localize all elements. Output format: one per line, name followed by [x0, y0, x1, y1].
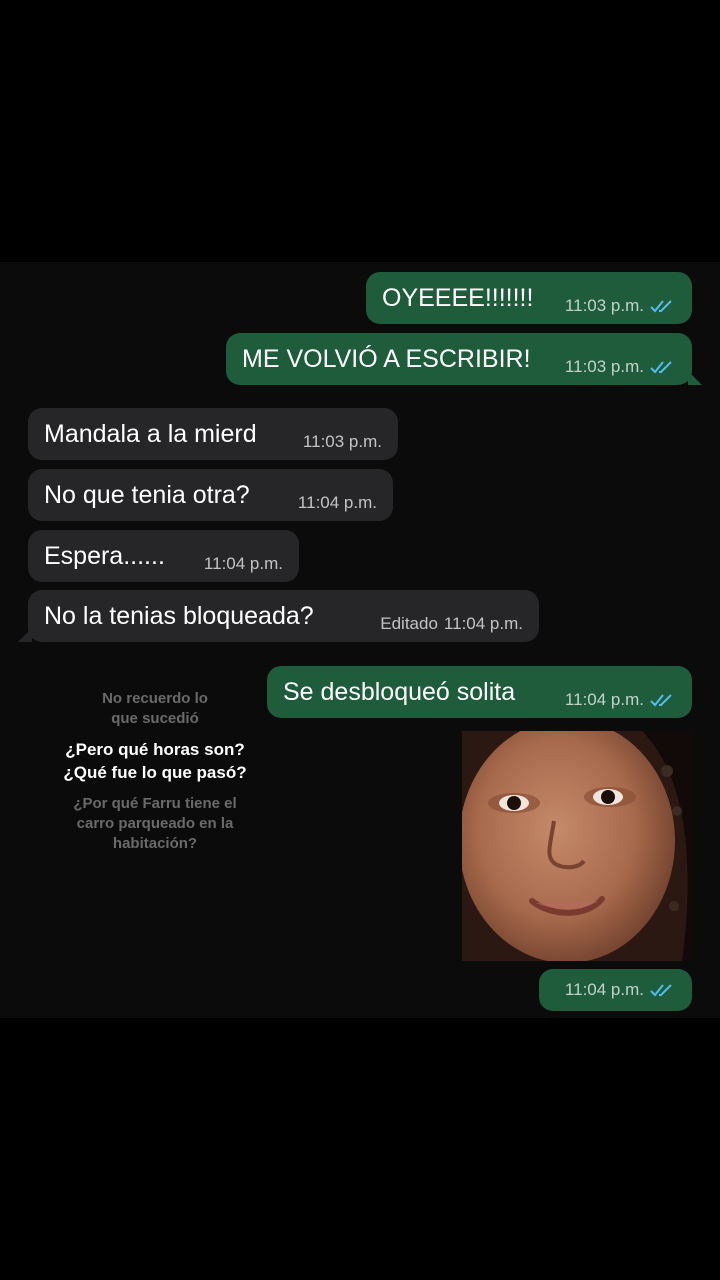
message-meta: 11:04 p.m. — [565, 980, 676, 1000]
message-time: 11:04 p.m. — [443, 614, 523, 633]
meme-caption-top: No recuerdo lo que sucedió — [40, 689, 270, 729]
double-check-icon — [650, 984, 672, 997]
bubble-tail — [18, 628, 32, 642]
meme-line: ¿Por qué Farru tiene el — [73, 795, 237, 812]
message-meta: 11:03 p.m. — [303, 432, 382, 452]
message-time: 11:04 p.m. — [297, 493, 377, 512]
meme-caption-middle: ¿Pero qué horas son? ¿Qué fue lo que pas… — [40, 738, 270, 784]
meme-line: ¿Pero qué horas son? — [65, 740, 245, 759]
incoming-message[interactable]: Mandala a la mierd 11:03 p.m. — [28, 408, 398, 460]
meme-line: No recuerdo lo — [102, 690, 208, 707]
meme-caption-bottom: ¿Por qué Farru tiene el carro parqueado … — [40, 794, 270, 854]
outgoing-message[interactable]: 11:04 p.m. — [539, 969, 692, 1011]
meme-line: ¿Qué fue lo que pasó? — [63, 763, 247, 782]
message-time: 11:03 p.m. — [564, 296, 644, 315]
message-text: No la tenias bloqueada? — [44, 602, 314, 630]
message-text: Mandala a la mierd — [44, 420, 257, 448]
outgoing-message[interactable]: OYEEEE!!!!!!! 11:03 p.m. — [366, 272, 692, 324]
message-meta: 11:04 p.m. — [204, 554, 283, 574]
sent-photo[interactable] — [462, 731, 692, 961]
double-check-icon — [650, 361, 672, 374]
message-text: Se desbloqueó solita — [283, 678, 516, 706]
girl-face-image — [462, 731, 692, 961]
message-text: Espera...... — [44, 542, 165, 570]
message-meta: 11:04 p.m. — [565, 690, 676, 710]
meme-line: que sucedió — [111, 710, 199, 727]
incoming-message[interactable]: No que tenia otra? 11:04 p.m. — [28, 469, 393, 521]
meme-line: carro parqueado en la — [76, 815, 234, 832]
incoming-message[interactable]: No la tenias bloqueada? Editado 11:04 p.… — [18, 590, 539, 642]
double-check-icon — [650, 300, 672, 313]
message-time: 11:04 p.m. — [564, 690, 644, 709]
message-time: 11:03 p.m. — [302, 432, 382, 451]
meme-line: habitación? — [112, 835, 198, 852]
message-meta: 11:04 p.m. — [298, 493, 377, 513]
bubble-tail — [688, 371, 702, 385]
message-text: OYEEEE!!!!!!! — [382, 284, 534, 312]
double-check-icon — [650, 694, 672, 707]
incoming-message[interactable]: Espera...... 11:04 p.m. — [28, 530, 299, 582]
message-meta: Editado 11:04 p.m. — [380, 614, 523, 634]
message-text: No que tenia otra? — [44, 481, 250, 509]
message-time: 11:04 p.m. — [564, 980, 644, 999]
message-meta: 11:03 p.m. — [565, 296, 676, 316]
outgoing-message[interactable]: ME VOLVIÓ A ESCRIBIR! 11:03 p.m. — [226, 333, 702, 385]
message-time: 11:03 p.m. — [564, 357, 644, 376]
message-meta: 11:03 p.m. — [565, 357, 676, 377]
message-text: ME VOLVIÓ A ESCRIBIR! — [242, 345, 531, 373]
outgoing-message[interactable]: Se desbloqueó solita 11:04 p.m. — [267, 666, 692, 718]
edited-label: Editado — [380, 614, 438, 633]
message-time: 11:04 p.m. — [203, 554, 283, 573]
